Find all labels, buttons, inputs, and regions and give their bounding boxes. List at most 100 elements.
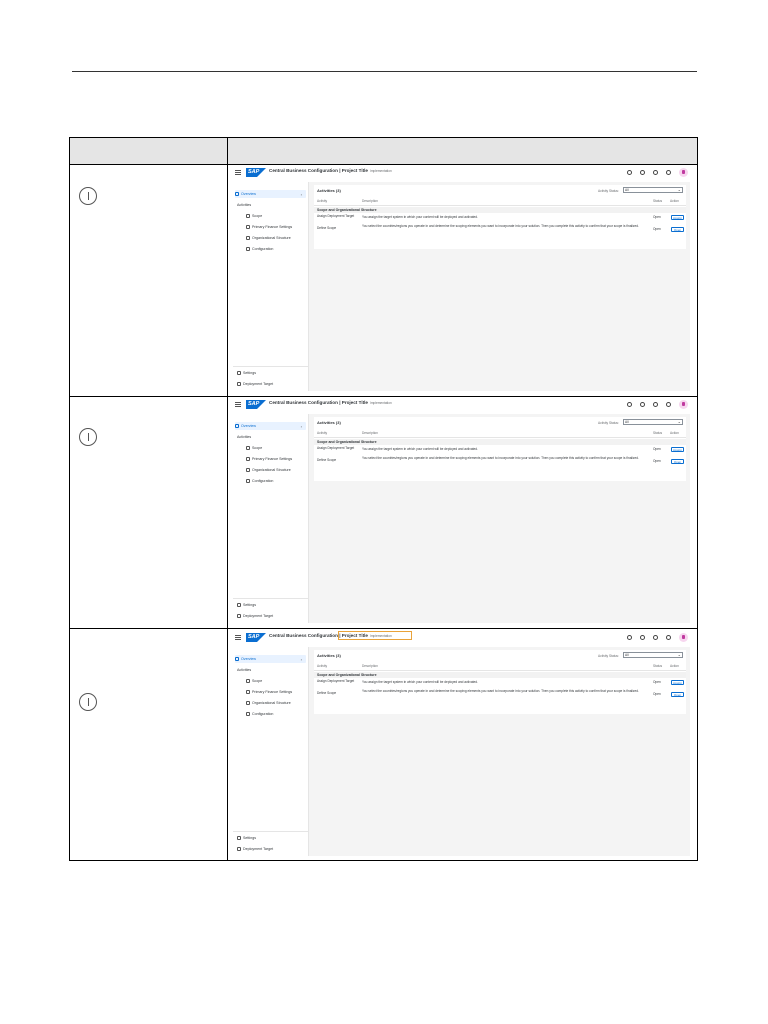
- activity-status-label: Activity Status:: [598, 189, 619, 193]
- sidebar-item-settings[interactable]: Settings: [237, 834, 256, 842]
- sidebar-item-activities[interactable]: Activities⌄: [237, 433, 317, 441]
- sidebar-item-overview[interactable]: Overview ›: [235, 190, 306, 198]
- cbc-screenshot: SAP Central Business Configuration | Pro…: [233, 397, 690, 623]
- avatar[interactable]: [679, 400, 688, 409]
- activity-description: You select the countries/regions you ope…: [362, 456, 639, 460]
- activity-status-label: Activity Status:: [598, 421, 619, 425]
- feedback-icon[interactable]: [653, 402, 658, 407]
- activity-status: Open: [653, 680, 661, 684]
- headset-icon[interactable]: [640, 170, 645, 175]
- activity-description: You assign the target system in which yo…: [362, 447, 478, 451]
- sidebar-item-organizational-structure[interactable]: Organizational Structure: [246, 699, 291, 707]
- app-subtitle: Implementation: [369, 169, 392, 173]
- finance-icon: [246, 225, 250, 229]
- page-top-rule: [72, 71, 697, 72]
- menu-icon[interactable]: [235, 402, 241, 407]
- sidebar-item-organizational-structure[interactable]: Organizational Structure: [246, 466, 291, 474]
- configuration-icon: [246, 247, 250, 251]
- activity-name[interactable]: Assign Deployment Target: [317, 214, 357, 219]
- menu-icon[interactable]: [235, 170, 241, 175]
- feedback-icon[interactable]: [653, 635, 658, 640]
- feedback-icon[interactable]: [653, 170, 658, 175]
- column-header-status: Status: [653, 664, 663, 668]
- activity-name[interactable]: Define Scope: [317, 691, 357, 696]
- activity-description: You assign the target system in which yo…: [362, 215, 478, 219]
- scope-icon: [246, 214, 250, 218]
- open-button[interactable]: Open: [671, 692, 684, 697]
- activity-status-select[interactable]: All: [623, 187, 683, 193]
- notifications-icon[interactable]: [666, 170, 671, 175]
- settings-icon: [237, 836, 241, 840]
- sidebar-item-primary-finance-settings[interactable]: Primary Finance Settings: [246, 455, 292, 463]
- header-divider: [314, 437, 686, 438]
- column-header-action: Action: [670, 199, 679, 203]
- activities-card: Activities (3) Activity Status: All Acti…: [314, 185, 686, 249]
- activity-description: You select the countries/regions you ope…: [362, 224, 639, 228]
- column-header-status: Status: [653, 431, 663, 435]
- sidebar-item-configuration[interactable]: Configuration: [246, 245, 273, 253]
- sidebar-item-overview[interactable]: Overview ›: [235, 655, 306, 663]
- help-icon[interactable]: [627, 635, 632, 640]
- column-divider: [227, 138, 228, 860]
- activity-name[interactable]: Assign Deployment Target: [317, 446, 357, 451]
- activity-status: Open: [653, 692, 661, 696]
- assign-button[interactable]: Assign: [671, 215, 684, 220]
- avatar[interactable]: [679, 168, 688, 177]
- shell-bar: SAP Central Business Configuration | Pro…: [233, 165, 690, 181]
- sidebar-item-scope[interactable]: Scope: [246, 677, 262, 685]
- activities-title: Activities (3): [317, 188, 341, 193]
- sidebar-item-deployment-target[interactable]: Deployment Target: [237, 845, 273, 853]
- sap-logo: SAP: [246, 633, 266, 642]
- group-header: Scope and Organizational Structure: [314, 672, 686, 678]
- sidebar-divider: [233, 366, 308, 367]
- info-icon: [79, 693, 97, 711]
- sidebar-item-activities[interactable]: Activities⌄: [237, 201, 317, 209]
- activity-name[interactable]: Assign Deployment Target: [317, 679, 357, 684]
- menu-icon[interactable]: [235, 635, 241, 640]
- open-button[interactable]: Open: [671, 227, 684, 232]
- sidebar-item-settings[interactable]: Settings: [237, 369, 256, 377]
- sidebar-item-overview[interactable]: Overview ›: [235, 422, 306, 430]
- open-button[interactable]: Open: [671, 459, 684, 464]
- activity-status: Open: [653, 227, 661, 231]
- scope-icon: [246, 446, 250, 450]
- activity-name[interactable]: Define Scope: [317, 458, 357, 463]
- sidebar-item-primary-finance-settings[interactable]: Primary Finance Settings: [246, 223, 292, 231]
- sidebar-item-organizational-structure[interactable]: Organizational Structure: [246, 234, 291, 242]
- activities-card: Activities (3) Activity Status: All Acti…: [314, 650, 686, 714]
- sidebar-item-deployment-target[interactable]: Deployment Target: [237, 380, 273, 388]
- activity-status-select[interactable]: All: [623, 652, 683, 658]
- sidebar-item-configuration[interactable]: Configuration: [246, 710, 273, 718]
- avatar[interactable]: [679, 633, 688, 642]
- app-title: Central Business Configuration | Project…: [269, 400, 392, 405]
- sidebar-item-activities[interactable]: Activities⌄: [237, 666, 317, 674]
- activity-name[interactable]: Define Scope: [317, 226, 357, 231]
- column-header-status: Status: [653, 199, 663, 203]
- activity-description: You select the countries/regions you ope…: [362, 689, 639, 693]
- side-navigation: Overview› Activities⌄ Scope Primary Fina…: [233, 414, 317, 623]
- help-icon[interactable]: [627, 402, 632, 407]
- activities-card: Activities (3) Activity Status: All Acti…: [314, 417, 686, 481]
- headset-icon[interactable]: [640, 402, 645, 407]
- document-icon: [237, 382, 241, 386]
- notifications-icon[interactable]: [666, 402, 671, 407]
- headset-icon[interactable]: [640, 635, 645, 640]
- org-structure-icon: [246, 468, 250, 472]
- assign-button[interactable]: Assign: [671, 447, 684, 452]
- sidebar-item-primary-finance-settings[interactable]: Primary Finance Settings: [246, 688, 292, 696]
- activity-status: Open: [653, 215, 661, 219]
- app-title: Central Business Configuration | Project…: [269, 168, 392, 173]
- sidebar-item-scope[interactable]: Scope: [246, 444, 262, 452]
- sidebar-item-scope[interactable]: Scope: [246, 212, 262, 220]
- sidebar-item-configuration[interactable]: Configuration: [246, 477, 273, 485]
- help-icon[interactable]: [627, 170, 632, 175]
- sidebar-item-settings[interactable]: Settings: [237, 601, 256, 609]
- side-navigation: Overview› Activities⌄ Scope Primary Fina…: [233, 182, 317, 391]
- activity-status-select[interactable]: All: [623, 419, 683, 425]
- notifications-icon[interactable]: [666, 635, 671, 640]
- assign-button[interactable]: Assign: [671, 680, 684, 685]
- settings-icon: [237, 603, 241, 607]
- info-icon: [79, 428, 97, 446]
- sidebar-item-deployment-target[interactable]: Deployment Target: [237, 612, 273, 620]
- chevron-right-icon: ›: [300, 191, 302, 197]
